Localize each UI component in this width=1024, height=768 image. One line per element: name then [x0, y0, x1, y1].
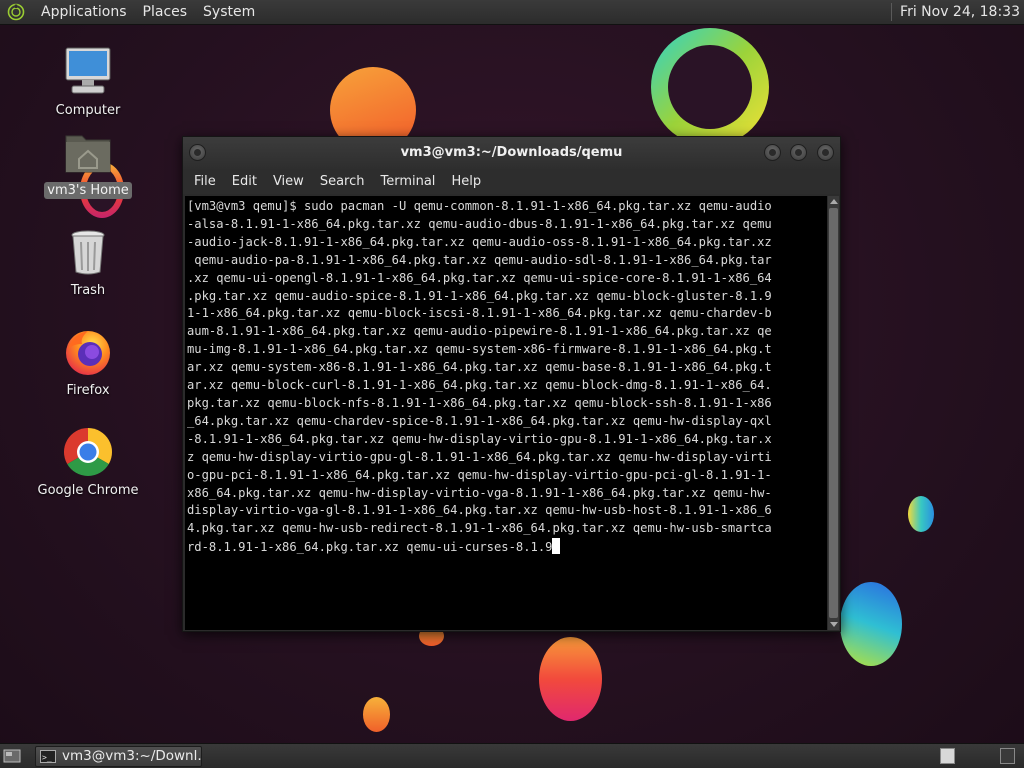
applications-menu[interactable]: Applications [33, 0, 135, 25]
scroll-up-icon[interactable] [830, 199, 838, 204]
terminal-line: ar.xz qemu-block-curl-8.1.91-1-x86_64.pk… [187, 378, 772, 393]
terminal-output-area[interactable]: [vm3@vm3 qemu]$ sudo pacman -U qemu-comm… [185, 196, 827, 630]
terminal-line: qemu-audio-pa-8.1.91-1-x86_64.pkg.tar.xz… [187, 252, 772, 267]
menu-terminal[interactable]: Terminal [372, 169, 443, 194]
terminal-line: -audio-jack-8.1.91-1-x86_64.pkg.tar.xz q… [187, 234, 772, 249]
wallpaper-red-oval [539, 637, 602, 721]
menu-view[interactable]: View [265, 169, 312, 194]
terminal-line: ar.xz qemu-system-x86-8.1.91-1-x86_64.pk… [187, 360, 772, 375]
desktop-icon-chrome[interactable]: Google Chrome [33, 426, 143, 499]
desktop-icon-firefox[interactable]: Firefox [33, 326, 143, 399]
terminal-line: aum-8.1.91-1-x86_64.pkg.tar.xz qemu-audi… [187, 324, 772, 339]
places-menu[interactable]: Places [135, 0, 196, 25]
terminal-menubar: File Edit View Search Terminal Help [183, 169, 840, 194]
terminal-window[interactable]: vm3@vm3:~/Downloads/qemu File Edit View … [182, 136, 841, 632]
window-titlebar[interactable]: vm3@vm3:~/Downloads/qemu [183, 137, 840, 169]
desktop-icon-label: Computer [55, 103, 121, 118]
workspace-1[interactable] [940, 748, 955, 764]
window-menu-button[interactable] [189, 144, 206, 161]
desktop-icon-computer[interactable]: Computer [33, 46, 143, 119]
terminal-line: o-gpu-pci-8.1.91-1-x86_64.pkg.tar.xz qem… [187, 467, 772, 482]
terminal-line: display-virtio-vga-gl-8.1.91-1-x86_64.pk… [187, 503, 772, 518]
wallpaper-teal-oval [908, 496, 934, 532]
terminal-line: 4.pkg.tar.xz qemu-hw-usb-redirect-8.1.91… [187, 521, 772, 536]
distro-logo-icon[interactable] [7, 3, 25, 21]
home-folder-icon [62, 126, 114, 178]
bottom-panel: vm3@vm3:~/Downl... [0, 743, 1024, 768]
computer-icon [62, 46, 114, 98]
menu-help[interactable]: Help [443, 169, 489, 194]
clock[interactable]: Fri Nov 24, 18:33 [900, 4, 1024, 20]
terminal-text: [vm3@vm3 qemu]$ sudo pacman -U qemu-comm… [187, 198, 827, 557]
scroll-down-icon[interactable] [830, 622, 838, 627]
menu-search[interactable]: Search [312, 169, 373, 194]
terminal-line: .xz qemu-ui-opengl-8.1.91-1-x86_64.pkg.t… [187, 270, 772, 285]
wallpaper-tiny-orange [363, 697, 390, 732]
chrome-icon [62, 426, 114, 478]
taskbar-label: vm3@vm3:~/Downl... [62, 748, 202, 764]
terminal-line: [vm3@vm3 qemu]$ sudo pacman -U qemu-comm… [187, 199, 772, 213]
trash-icon [62, 226, 114, 278]
workspace-2[interactable] [1000, 748, 1015, 764]
close-button[interactable] [817, 144, 834, 161]
taskbar-terminal-button[interactable]: vm3@vm3:~/Downl... [35, 746, 202, 767]
maximize-button[interactable] [790, 144, 807, 161]
firefox-icon [62, 326, 114, 378]
desktop-icon-label: Firefox [66, 383, 110, 398]
system-menu[interactable]: System [195, 0, 263, 25]
terminal-cursor [552, 538, 561, 555]
menu-file[interactable]: File [186, 169, 224, 194]
wallpaper-ring [651, 28, 769, 146]
terminal-line: .pkg.tar.xz qemu-audio-spice-8.1.91-1-x8… [187, 288, 772, 303]
terminal-line: 1-1-x86_64.pkg.tar.xz qemu-block-iscsi-8… [187, 306, 772, 321]
terminal-line: _64.pkg.tar.xz qemu-chardev-spice-8.1.91… [187, 413, 772, 428]
terminal-line: x86_64.pkg.tar.xz qemu-hw-display-virtio… [187, 485, 772, 500]
desktop-icon-home[interactable]: vm3's Home [33, 126, 143, 199]
terminal-line: pkg.tar.xz qemu-block-nfs-8.1.91-1-x86_6… [187, 395, 772, 410]
show-desktop-icon[interactable] [3, 748, 21, 764]
panel-separator [891, 3, 893, 21]
terminal-line: -8.1.91-1-x86_64.pkg.tar.xz qemu-hw-disp… [187, 431, 772, 446]
desktop-icon-label: Trash [70, 283, 106, 298]
minimize-button[interactable] [764, 144, 781, 161]
top-panel: Applications Places System Fri Nov 24, 1… [0, 0, 1024, 25]
terminal-line: rd-8.1.91-1-x86_64.pkg.tar.xz qemu-ui-cu… [187, 538, 827, 557]
terminal-line: z qemu-hw-display-virtio-gpu-gl-8.1.91-1… [187, 449, 772, 464]
menu-edit[interactable]: Edit [224, 169, 265, 194]
window-title: vm3@vm3:~/Downloads/qemu [400, 145, 623, 160]
scrollbar-thumb[interactable] [829, 208, 838, 618]
desktop-icon-trash[interactable]: Trash [33, 226, 143, 299]
desktop-icon-label: vm3's Home [44, 182, 132, 199]
terminal-icon [40, 748, 56, 766]
desktop-icon-label: Google Chrome [37, 483, 139, 498]
wallpaper-blue-oval [840, 582, 902, 666]
terminal-scrollbar[interactable] [828, 196, 839, 630]
terminal-line: -alsa-8.1.91-1-x86_64.pkg.tar.xz qemu-au… [187, 216, 772, 231]
terminal-line: mu-img-8.1.91-1-x86_64.pkg.tar.xz qemu-s… [187, 342, 772, 357]
